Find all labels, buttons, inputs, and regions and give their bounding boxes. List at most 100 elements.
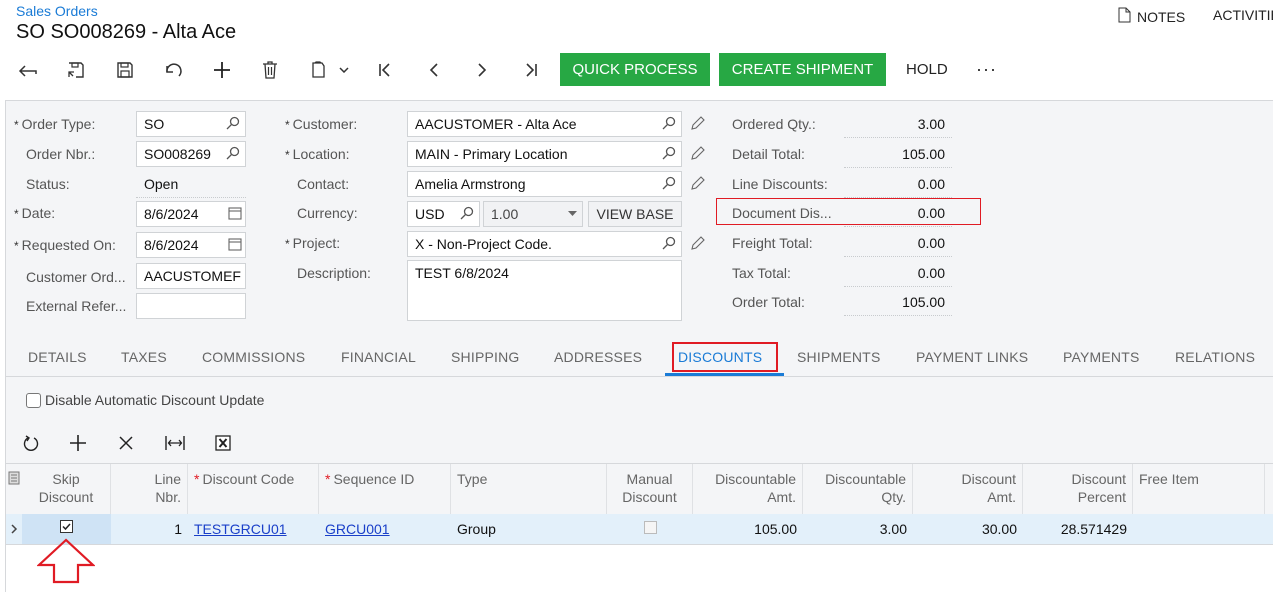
cell-discount-percent[interactable]: 28.571429 bbox=[1023, 514, 1133, 544]
save-close-icon[interactable] bbox=[64, 58, 88, 82]
contact-input[interactable]: Amelia Armstrong bbox=[407, 171, 682, 197]
tab-shipments[interactable]: SHIPMENTS bbox=[797, 349, 880, 365]
add-row-icon[interactable] bbox=[68, 433, 88, 453]
edit-pencil-icon[interactable] bbox=[690, 176, 705, 191]
cell-line-nbr[interactable]: 1 bbox=[111, 514, 188, 544]
refresh-icon[interactable] bbox=[21, 433, 41, 453]
edit-pencil-icon[interactable] bbox=[690, 146, 705, 161]
search-icon[interactable] bbox=[460, 206, 474, 220]
back-icon[interactable] bbox=[16, 58, 40, 82]
tab-taxes[interactable]: TAXES bbox=[121, 349, 167, 365]
summary-label: Order Total: bbox=[732, 294, 805, 310]
sequence-id-value[interactable]: GRCU001 bbox=[325, 521, 390, 537]
column-header[interactable]: Manual Discount bbox=[607, 464, 693, 515]
search-icon[interactable] bbox=[662, 236, 676, 250]
cell-discount-amt[interactable]: 30.00 bbox=[913, 514, 1023, 544]
tab-payment-links[interactable]: PAYMENT LINKS bbox=[916, 349, 1028, 365]
external-ref-input[interactable] bbox=[136, 293, 246, 319]
column-header-line1: Discountable bbox=[825, 471, 906, 487]
search-icon[interactable] bbox=[662, 176, 676, 190]
search-icon[interactable] bbox=[662, 116, 676, 130]
row-expand-chevron-icon[interactable] bbox=[8, 522, 20, 536]
delete-icon[interactable] bbox=[258, 58, 282, 82]
project-input[interactable]: X - Non-Project Code. bbox=[407, 231, 682, 257]
column-header[interactable]: * Sequence ID bbox=[319, 464, 451, 515]
tab-payments[interactable]: PAYMENTS bbox=[1063, 349, 1140, 365]
edit-pencil-icon[interactable] bbox=[690, 116, 705, 131]
quick-process-button[interactable]: QUICK PROCESS bbox=[560, 53, 710, 86]
column-header-line2: Qty. bbox=[881, 489, 906, 505]
customer-input[interactable]: AACUSTOMER - Alta Ace bbox=[407, 111, 682, 137]
location-input[interactable]: MAIN - Primary Location bbox=[407, 141, 682, 167]
activities-button[interactable]: ACTIVITIE bbox=[1213, 7, 1273, 23]
checkbox-unchecked[interactable] bbox=[26, 392, 41, 408]
hold-button[interactable]: HOLD bbox=[906, 53, 948, 86]
date-label: * Date: bbox=[14, 205, 56, 221]
add-icon[interactable] bbox=[210, 58, 234, 82]
tab-commissions[interactable]: COMMISSIONS bbox=[202, 349, 305, 365]
table-row[interactable]: 1 TESTGRCU01 GRCU001 Group 105.00 3.00 30.00 28… bbox=[5, 514, 1273, 545]
notes-button[interactable]: NOTES bbox=[1118, 7, 1185, 26]
column-header-line1: Manual bbox=[626, 471, 673, 487]
cell-manual-discount[interactable] bbox=[607, 514, 693, 544]
search-icon[interactable] bbox=[226, 146, 240, 160]
cell-discount-code[interactable]: TESTGRCU01 bbox=[188, 514, 319, 544]
column-header[interactable]: Discount Amt. bbox=[913, 464, 1023, 515]
cell-free-item[interactable] bbox=[1133, 514, 1265, 544]
chevron-down-icon[interactable] bbox=[332, 58, 356, 82]
fit-columns-icon[interactable] bbox=[164, 433, 186, 453]
location-label: * Location: bbox=[285, 146, 350, 162]
export-excel-icon[interactable] bbox=[213, 433, 233, 453]
next-record-icon[interactable] bbox=[470, 58, 494, 82]
tab-addresses[interactable]: ADDRESSES bbox=[554, 349, 642, 365]
column-header-line1: Skip bbox=[52, 471, 80, 487]
description-textarea[interactable]: TEST 6/8/2024 bbox=[407, 260, 682, 321]
search-icon[interactable] bbox=[662, 146, 676, 160]
column-header[interactable]: Free Item bbox=[1133, 464, 1265, 515]
last-record-icon[interactable] bbox=[519, 58, 543, 82]
calendar-icon[interactable] bbox=[228, 206, 242, 220]
first-record-icon[interactable] bbox=[373, 58, 397, 82]
column-header[interactable]: Discountable Amt. bbox=[693, 464, 803, 515]
undo-icon[interactable] bbox=[161, 58, 185, 82]
grid-settings-icon[interactable] bbox=[6, 470, 22, 486]
tab-bar: DETAILS TAXES COMMISSIONS FINANCIAL SHIPPING… bbox=[5, 337, 1273, 377]
dropdown-arrow-icon[interactable] bbox=[568, 211, 577, 216]
copy-paste-icon[interactable] bbox=[306, 58, 330, 82]
summary-value: 105.00 bbox=[902, 146, 945, 162]
previous-record-icon[interactable] bbox=[422, 58, 446, 82]
calendar-icon[interactable] bbox=[228, 237, 242, 251]
tab-relations[interactable]: RELATIONS bbox=[1175, 349, 1255, 365]
discountable-qty-value: 3.00 bbox=[879, 521, 907, 537]
column-header[interactable]: Discountable Qty. bbox=[803, 464, 913, 515]
discount-percent-value: 28.571429 bbox=[1060, 521, 1127, 537]
save-icon[interactable] bbox=[113, 58, 137, 82]
view-base-button[interactable]: VIEW BASE bbox=[588, 201, 682, 227]
cell-type[interactable]: Group bbox=[451, 514, 607, 544]
discounts-grid-header: Skip Discount Line Nbr. * Discount Code * Seque… bbox=[5, 463, 1273, 515]
checkbox-checked-icon[interactable] bbox=[60, 520, 73, 533]
column-header[interactable]: Skip Discount bbox=[22, 464, 111, 515]
search-icon[interactable] bbox=[226, 116, 240, 130]
annotation-up-arrow-icon bbox=[37, 538, 95, 584]
description-label: Description: bbox=[297, 265, 371, 281]
cell-sequence-id[interactable]: GRCU001 bbox=[319, 514, 451, 544]
tab-shipping[interactable]: SHIPPING bbox=[451, 349, 520, 365]
column-header[interactable]: Discount Percent bbox=[1023, 464, 1133, 515]
disable-auto-discount-checkbox[interactable]: Disable Automatic Discount Update bbox=[26, 392, 264, 408]
customer-ord-input[interactable]: AACUSTOMEF bbox=[136, 263, 246, 289]
create-shipment-button[interactable]: CREATE SHIPMENT bbox=[719, 53, 886, 86]
tab-financial[interactable]: FINANCIAL bbox=[341, 349, 416, 365]
column-header[interactable]: * Discount Code bbox=[188, 464, 319, 515]
edit-pencil-icon[interactable] bbox=[690, 236, 705, 251]
discount-code-value[interactable]: TESTGRCU01 bbox=[194, 521, 287, 537]
column-header[interactable]: Line Nbr. bbox=[111, 464, 188, 515]
checkbox-unchecked-icon[interactable] bbox=[643, 521, 657, 534]
breadcrumb-sales-orders[interactable]: Sales Orders bbox=[16, 3, 98, 19]
delete-row-icon[interactable] bbox=[116, 433, 136, 453]
tab-details[interactable]: DETAILS bbox=[28, 349, 87, 365]
cell-discountable-qty[interactable]: 3.00 bbox=[803, 514, 913, 544]
cell-discountable-amt[interactable]: 105.00 bbox=[693, 514, 803, 544]
more-actions-button[interactable]: ··· bbox=[976, 53, 997, 86]
column-header[interactable]: Type bbox=[451, 464, 607, 515]
